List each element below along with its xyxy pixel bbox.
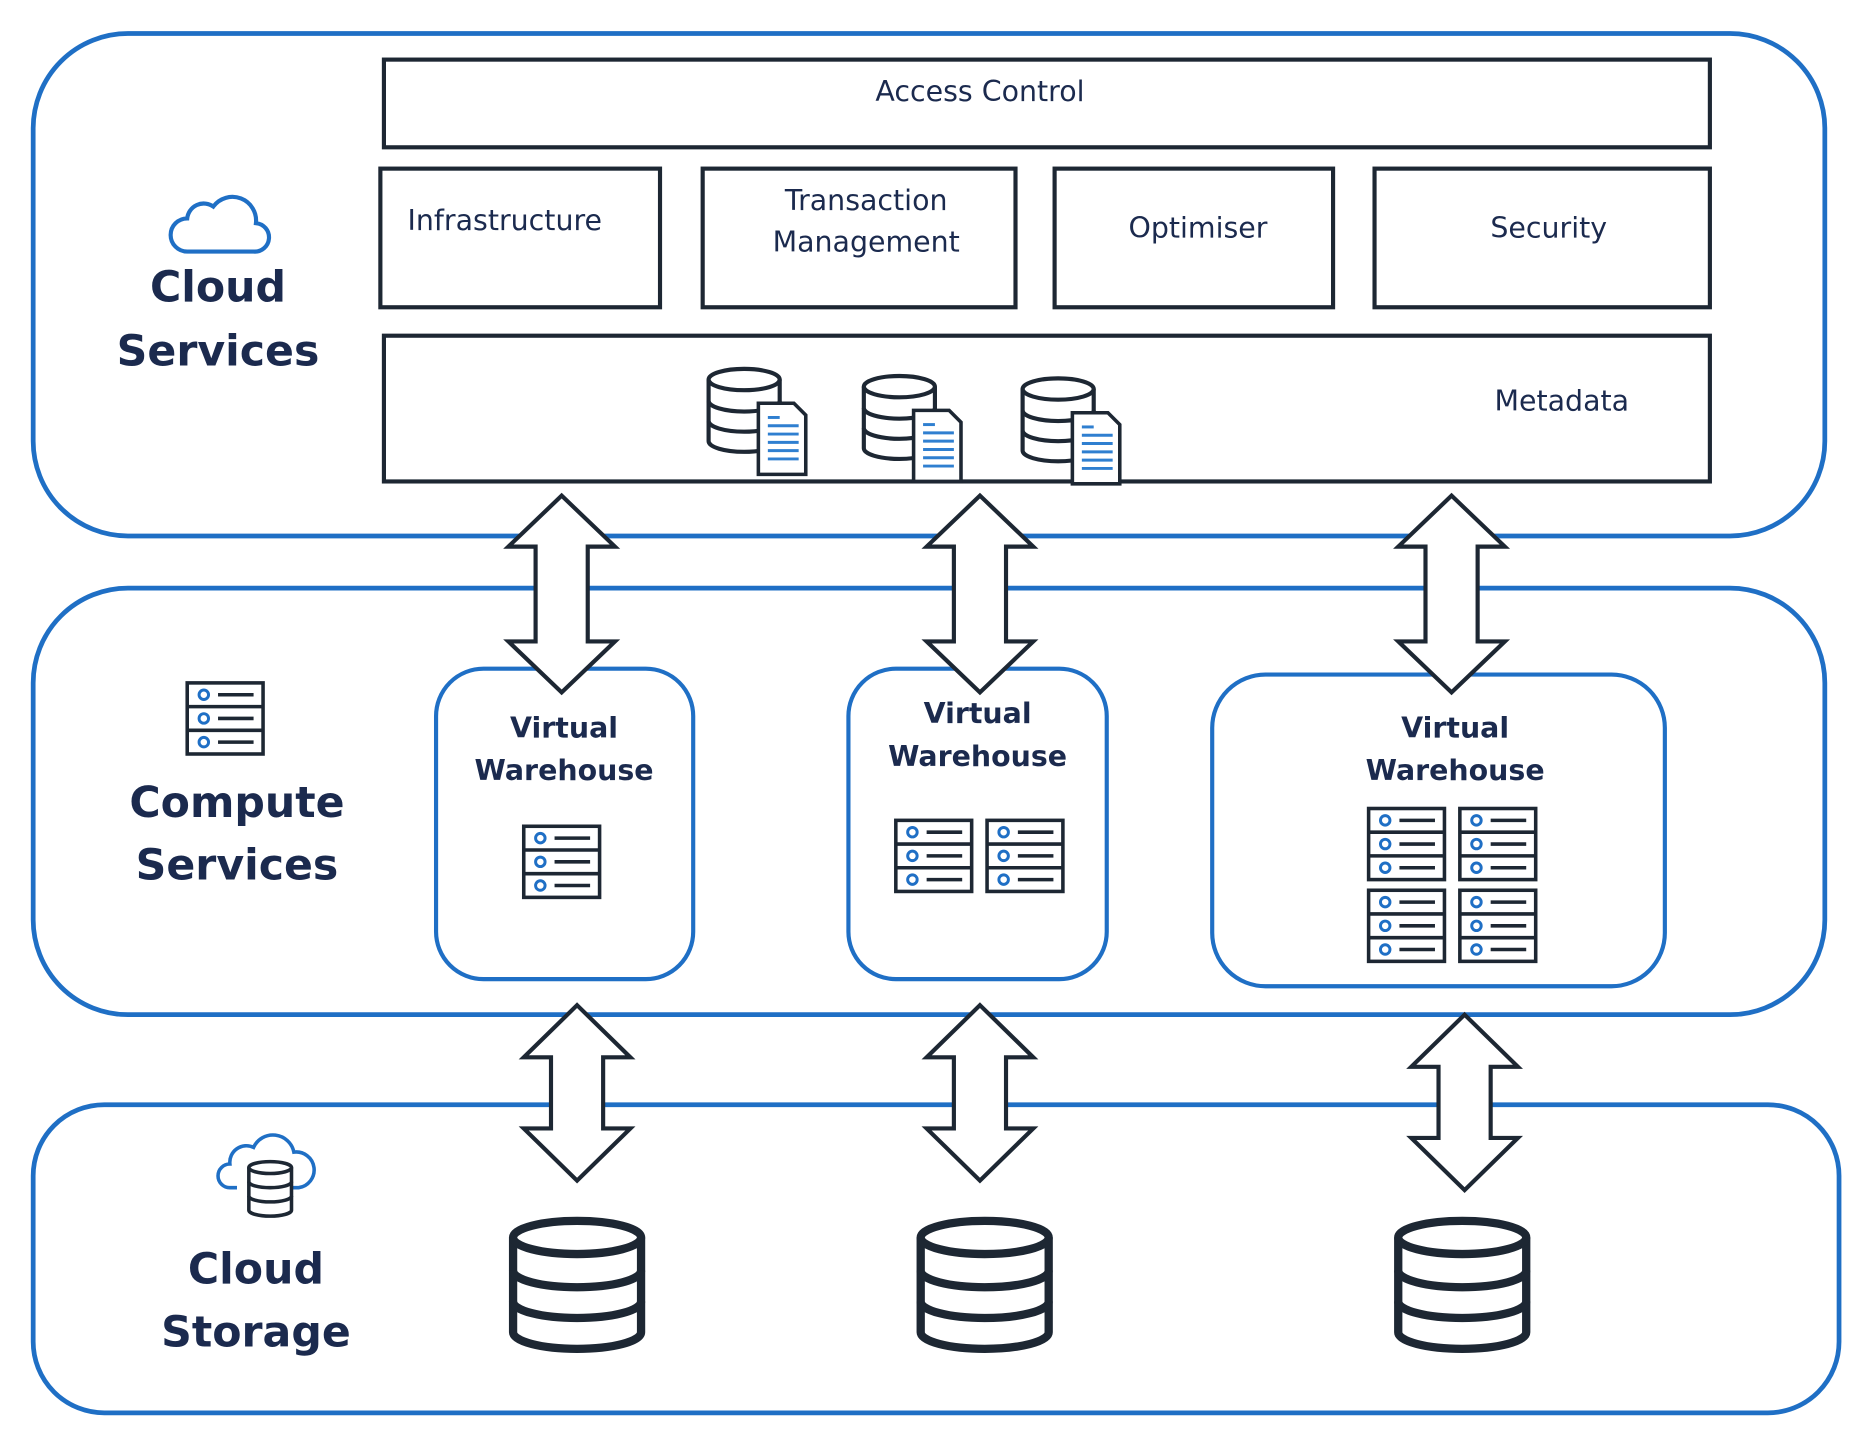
transaction-label-line1: Transaction bbox=[784, 184, 948, 217]
virtual-warehouse-2: Virtual Warehouse bbox=[846, 666, 1109, 982]
transaction-label-line2: Management bbox=[773, 226, 960, 259]
metadata-label: Metadata bbox=[1494, 384, 1629, 417]
server-icon bbox=[1458, 806, 1538, 882]
warehouse-label-line1: Virtual bbox=[924, 697, 1032, 730]
bidirectional-arrow-icon bbox=[508, 496, 615, 693]
storage-database-icon bbox=[1398, 1221, 1526, 1349]
cloud-services-title-line1: Cloud bbox=[150, 262, 286, 312]
infrastructure-label: Infrastructure bbox=[408, 204, 602, 237]
warehouse-label-line2: Warehouse bbox=[888, 740, 1067, 773]
compute-services-title-line2: Services bbox=[136, 841, 339, 891]
server-icon bbox=[1366, 888, 1447, 964]
server-icon bbox=[894, 818, 974, 894]
cloud-database-icon bbox=[216, 1133, 316, 1218]
bidirectional-arrow-icon bbox=[524, 1005, 631, 1180]
compute-services-title-line1: Compute bbox=[129, 778, 344, 828]
warehouse-label-line2: Warehouse bbox=[475, 754, 654, 787]
bidirectional-arrow-icon bbox=[927, 1005, 1034, 1180]
warehouse-label-line1: Virtual bbox=[510, 711, 618, 744]
cloud-storage-title-line2: Storage bbox=[161, 1307, 351, 1357]
server-icon bbox=[185, 681, 265, 756]
infrastructure-box bbox=[378, 166, 663, 310]
access-control-label: Access Control bbox=[875, 75, 1084, 108]
storage-database-icon bbox=[921, 1221, 1049, 1349]
warehouse-label-line2: Warehouse bbox=[1366, 754, 1545, 787]
bidirectional-arrow-icon bbox=[1398, 496, 1505, 693]
optimiser-label: Optimiser bbox=[1128, 211, 1267, 244]
server-icon bbox=[1366, 806, 1447, 882]
server-icon bbox=[985, 818, 1065, 894]
bidirectional-arrow-icon bbox=[927, 496, 1034, 693]
cloud-storage-title-line1: Cloud bbox=[188, 1245, 324, 1295]
virtual-warehouse-1: Virtual Warehouse bbox=[433, 666, 696, 982]
server-icon bbox=[1458, 888, 1538, 964]
cloud-icon bbox=[168, 194, 272, 254]
server-icon bbox=[521, 824, 602, 900]
storage-database-icon bbox=[513, 1221, 641, 1349]
virtual-warehouse-3: Virtual Warehouse bbox=[1210, 672, 1667, 989]
security-label: Security bbox=[1490, 211, 1607, 244]
cloud-services-title-line2: Services bbox=[117, 326, 320, 376]
architecture-diagram: Cloud Services Access Control Infrastruc… bbox=[30, 31, 1842, 1416]
warehouse-label-line1: Virtual bbox=[1401, 711, 1509, 744]
